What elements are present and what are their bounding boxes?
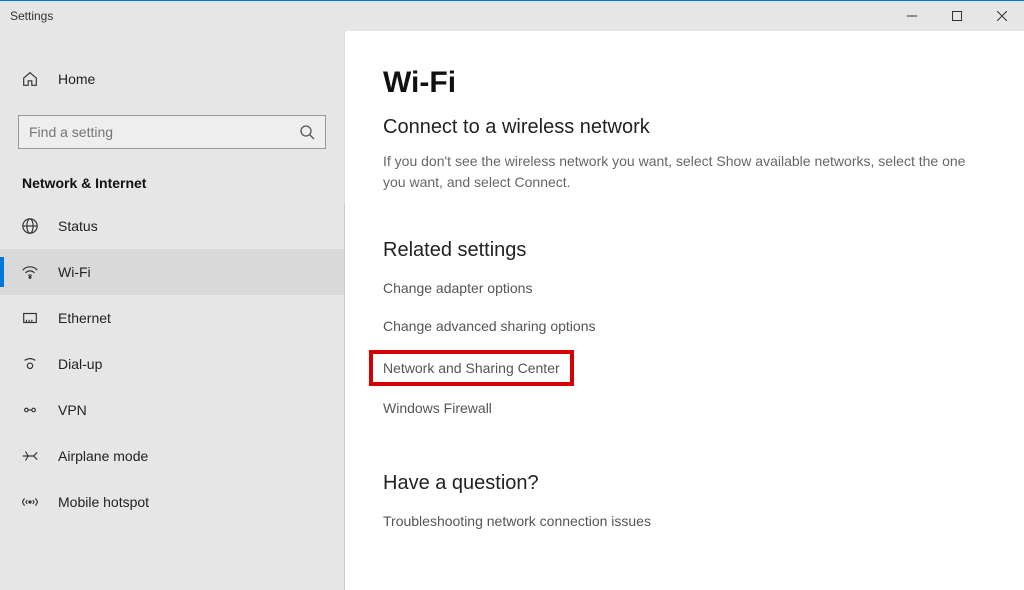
search-box[interactable] [18,115,326,149]
maximize-button[interactable] [934,1,979,31]
link-troubleshoot[interactable]: Troubleshooting network connection issue… [383,513,651,529]
close-button[interactable] [979,1,1024,31]
search-icon [299,124,315,140]
question-heading: Have a question? [383,472,986,495]
nav-label: Ethernet [58,310,111,326]
nav-label: VPN [58,402,87,418]
hotspot-icon [20,492,40,512]
related-links: Change adapter options Change advanced s… [383,280,986,438]
category-heading: Network & Internet [0,159,344,203]
nav-item-hotspot[interactable]: Mobile hotspot [0,479,344,525]
page-title: Wi-Fi [383,66,986,100]
nav-item-status[interactable]: Status [0,203,344,249]
page-description: If you don't see the wireless network yo… [383,151,983,193]
vpn-icon [20,400,40,420]
main-content: Wi-Fi Connect to a wireless network If y… [345,31,1024,590]
nav-item-vpn[interactable]: VPN [0,387,344,433]
nav-label: Airplane mode [58,448,148,464]
nav-item-airplane[interactable]: Airplane mode [0,433,344,479]
nav-label: Dial-up [58,356,102,372]
nav-label: Wi-Fi [58,264,91,280]
nav-item-dialup[interactable]: Dial-up [0,341,344,387]
airplane-icon [20,446,40,466]
link-advanced-sharing[interactable]: Change advanced sharing options [383,318,596,334]
ethernet-icon [20,308,40,328]
related-heading: Related settings [383,239,986,262]
globe-icon [20,216,40,236]
window-title: Settings [0,9,53,23]
link-windows-firewall[interactable]: Windows Firewall [383,400,492,416]
dialup-icon [20,354,40,374]
nav-label: Mobile hotspot [58,494,149,510]
home-icon [20,69,40,89]
minimize-button[interactable] [889,1,934,31]
page-subtitle: Connect to a wireless network [383,116,986,139]
nav-item-wifi[interactable]: Wi-Fi [0,249,344,295]
home-button[interactable]: Home [0,56,344,101]
link-network-sharing-center[interactable]: Network and Sharing Center [369,350,574,386]
sidebar: Home Network & Internet Status [0,31,345,590]
wifi-icon [20,262,40,282]
scrollbar[interactable] [1010,31,1024,590]
nav-label: Status [58,218,98,234]
nav-item-ethernet[interactable]: Ethernet [0,295,344,341]
nav-list: Status Wi-Fi Ethernet [0,203,345,590]
title-bar: Settings [0,1,1024,31]
home-label: Home [58,71,95,87]
search-input[interactable] [29,124,299,140]
link-adapter-options[interactable]: Change adapter options [383,280,532,296]
